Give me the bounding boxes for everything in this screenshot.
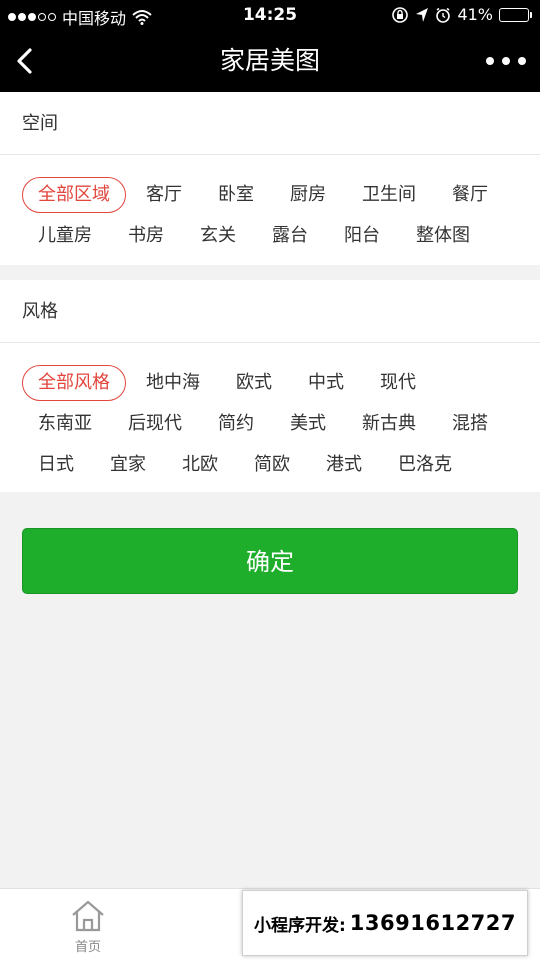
confirm-button[interactable]: 确定: [22, 528, 518, 594]
style-tag[interactable]: 宜家: [94, 447, 162, 483]
style-tag[interactable]: 巴洛克: [382, 447, 468, 483]
style-tag[interactable]: 现代: [364, 365, 432, 401]
space-tag[interactable]: 整体图: [400, 218, 486, 254]
style-tag[interactable]: 美式: [274, 406, 342, 442]
style-tag[interactable]: 东南亚: [22, 406, 108, 442]
status-right: 41%: [391, 5, 532, 24]
space-tag[interactable]: 玄关: [184, 218, 252, 254]
style-tag[interactable]: 简欧: [238, 447, 306, 483]
space-tag[interactable]: 客厅: [130, 177, 198, 213]
space-tag[interactable]: 餐厅: [436, 177, 504, 213]
navigation-bar: 家居美图: [0, 30, 540, 92]
space-tag[interactable]: 儿童房: [22, 218, 108, 254]
style-tag[interactable]: 北欧: [166, 447, 234, 483]
style-tag[interactable]: 日式: [22, 447, 90, 483]
space-tag[interactable]: 厨房: [274, 177, 342, 213]
watermark-phone: 13691612727: [349, 911, 517, 935]
orientation-lock-icon: [392, 6, 409, 23]
space-tag[interactable]: 阳台: [328, 218, 396, 254]
style-heading: 风格: [0, 280, 540, 343]
watermark-banner: 小程序开发: 13691612727: [242, 890, 528, 956]
space-tag[interactable]: 书房: [112, 218, 180, 254]
location-arrow-icon: [416, 7, 429, 22]
style-tag[interactable]: 混搭: [436, 406, 504, 442]
style-tag[interactable]: 简约: [202, 406, 270, 442]
style-tag[interactable]: 地中海: [130, 365, 216, 401]
style-tag-list: 全部风格 地中海 欧式 中式 现代东南亚 后现代 简约 美式 新古典 混搭日式 宜家 北欧 简欧 港式 巴洛…: [0, 343, 540, 498]
watermark-label: 小程序开发:: [253, 915, 346, 936]
battery-percent: 41%: [457, 5, 493, 24]
space-tag-list: 全部区域 客厅 卧室 厨房 卫生间 餐厅儿童房 书房 玄关 露台 阳台 整体图: [0, 155, 540, 269]
status-bar: 中国移动 14:25 41%: [0, 0, 540, 30]
space-tag[interactable]: 卫生间: [346, 177, 432, 213]
style-tag[interactable]: 后现代: [112, 406, 198, 442]
battery-icon: [499, 7, 532, 22]
more-dots-icon[interactable]: [486, 46, 526, 76]
style-tag[interactable]: 欧式: [220, 365, 288, 401]
page-title: 家居美图: [219, 46, 320, 75]
space-tag[interactable]: 露台: [256, 218, 324, 254]
space-tag[interactable]: 卧室: [202, 177, 270, 213]
space-heading: 空间: [0, 92, 540, 155]
style-tag[interactable]: 全部风格: [22, 365, 126, 401]
style-filter-section: 风格 全部风格 地中海 欧式 中式 现代东南亚 后现代 简约 美式 新古典 混搭日式 宜家 北欧 简欧港…: [0, 280, 540, 492]
alarm-icon: [436, 7, 451, 23]
style-tag[interactable]: 港式: [310, 447, 378, 483]
style-tag[interactable]: 中式: [292, 365, 360, 401]
tab-home[interactable]: 首页: [58, 899, 118, 957]
space-filter-section: 空间 全部区域 客厅 卧室 厨房 卫生间 餐厅儿童房 书房 玄关 露台 阳台 整体图: [0, 92, 540, 265]
home-icon: [72, 900, 104, 932]
style-tag[interactable]: 新古典: [346, 406, 432, 442]
space-tag[interactable]: 全部区域: [22, 177, 126, 213]
tab-home-label: 首页: [74, 940, 101, 955]
